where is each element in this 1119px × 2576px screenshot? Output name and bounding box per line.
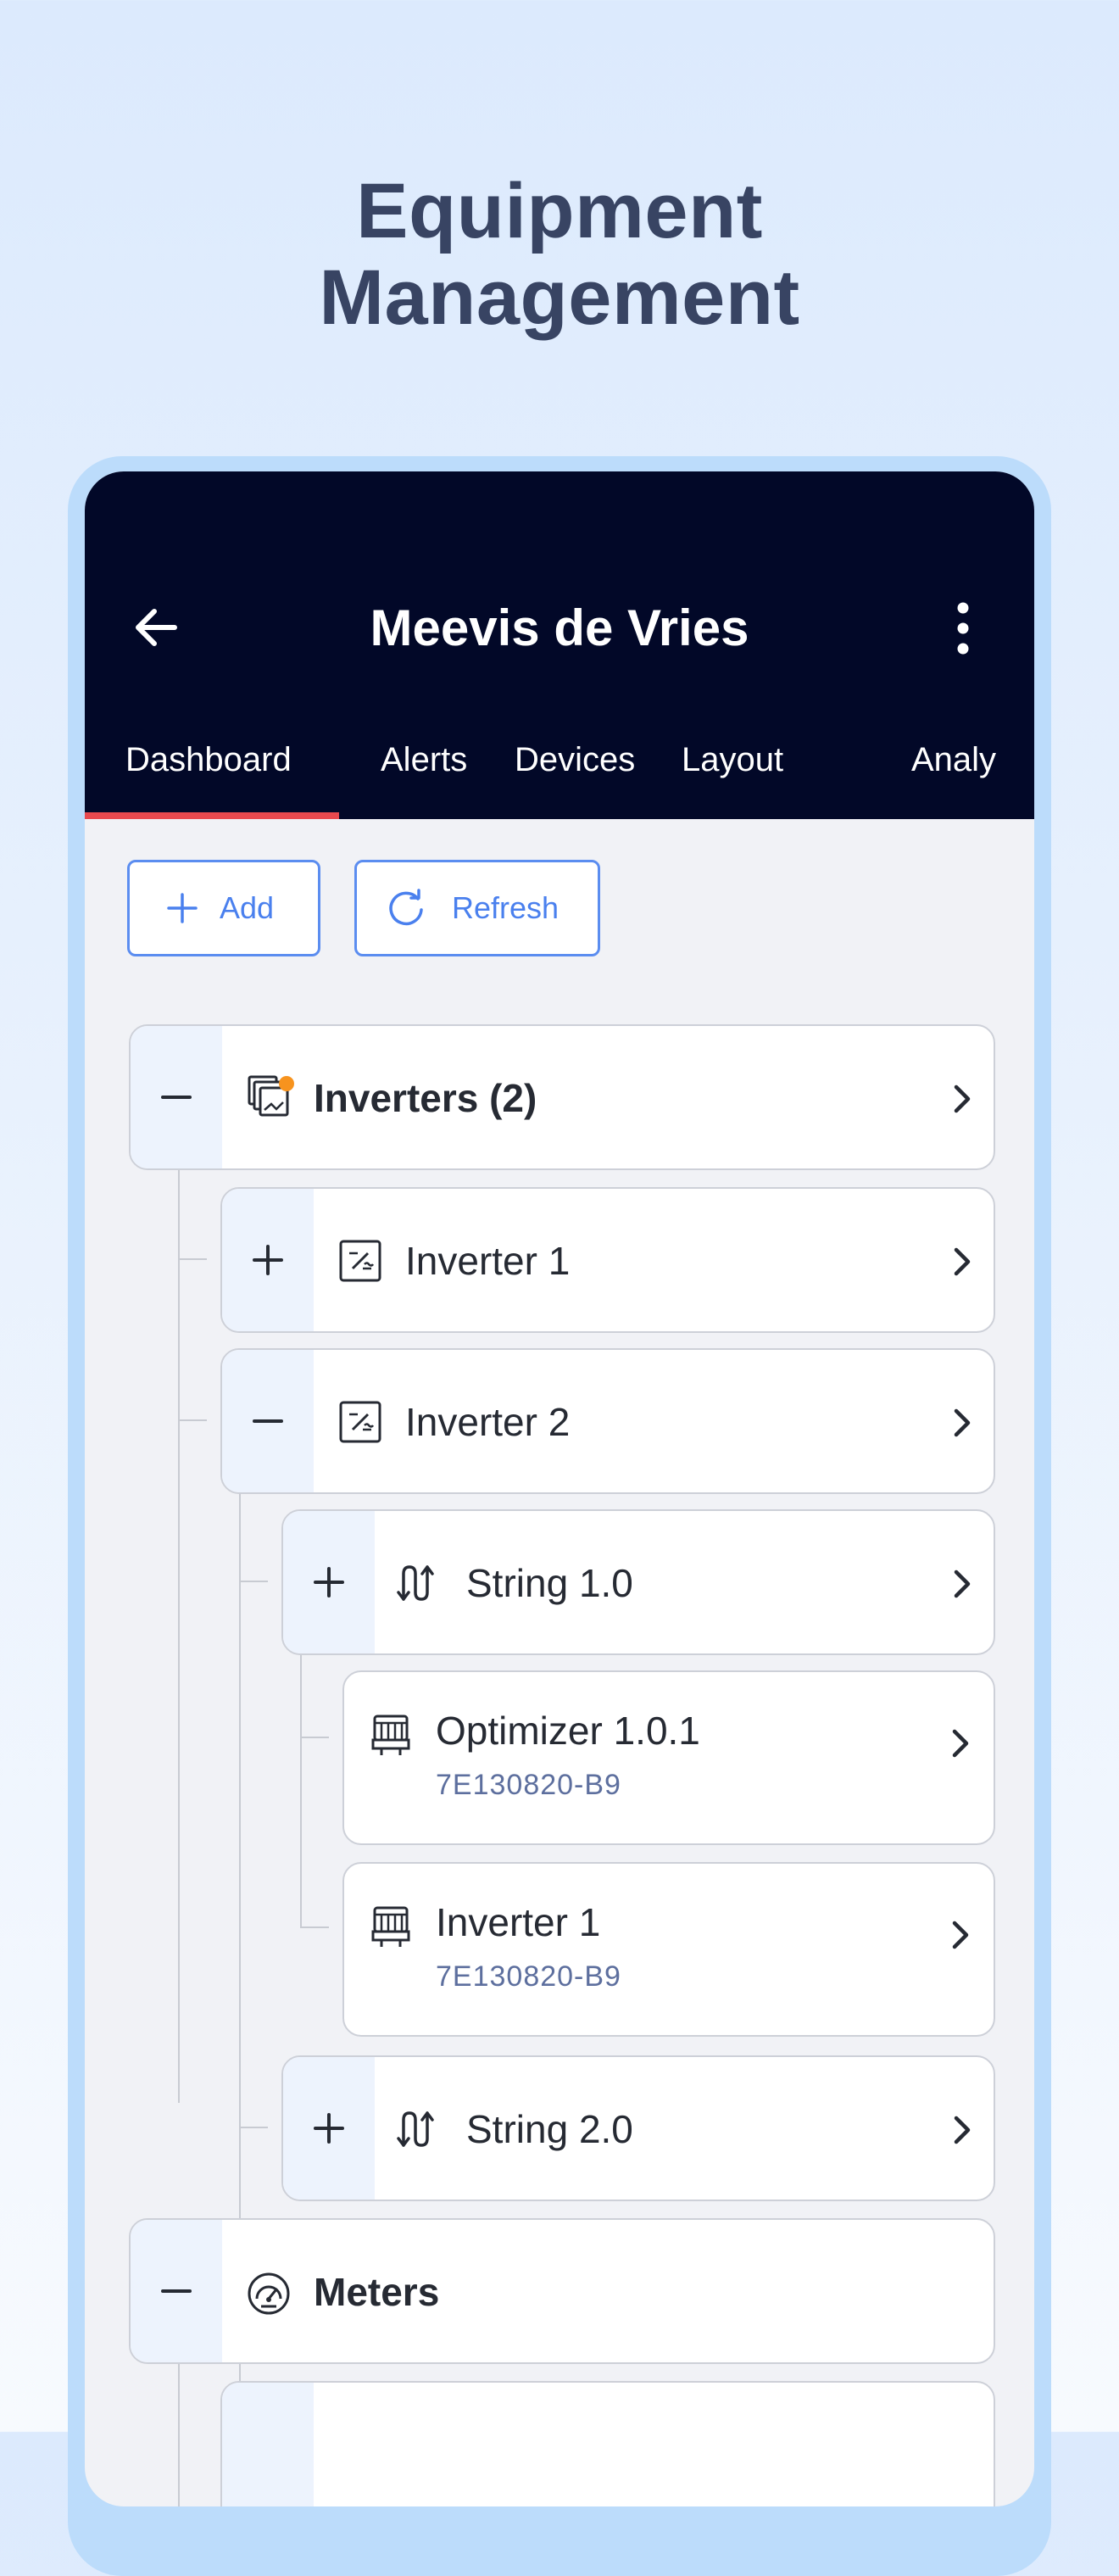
tree-connector-inverter-1b [300,1926,329,1928]
plus-icon [167,893,198,923]
phone-screen: Meevis de Vries Dashboard Alerts Devices… [85,471,1034,2506]
node-label: Inverter 1 [436,1900,601,1944]
node-label: Optimizer 1.0.1 [436,1709,700,1753]
string-icon [397,1565,434,1601]
gauge-icon [248,2272,290,2315]
collapse-toggle[interactable] [222,1350,314,1492]
tree-connector-inverter-1 [178,1258,207,1260]
chevron-right-icon [954,1247,971,1276]
headline-line-2: Management [319,254,800,341]
tab-layout[interactable]: Layout [682,726,783,819]
inverter-group-icon [248,1075,294,1117]
active-tab-indicator [85,812,339,819]
tree-node-meters-group[interactable]: Meters [129,2218,995,2364]
tab-analytics[interactable]: Analy [911,726,996,819]
minus-icon [161,2289,192,2293]
tree-connector-string-1 [239,1581,268,1582]
tree-node-string-2[interactable]: String 2.0 [281,2055,995,2201]
tree-connector-string-1-children [300,1653,302,1928]
plus-icon [314,2113,344,2144]
node-label: String 2.0 [466,2107,633,2151]
tree-connector-optimizer [300,1737,329,1738]
expand-toggle[interactable] [222,2383,314,2506]
tree-connector-inverter-2 [178,1419,207,1421]
expand-toggle[interactable] [283,1511,375,1653]
tree-node-inverter-1[interactable]: Inverter 1 [220,1187,995,1333]
tree-connector-meters [178,2361,180,2506]
node-label: Inverter 2 [405,1400,571,1444]
app-bar: Meevis de Vries Dashboard Alerts Devices… [85,471,1034,819]
tree-node-optimizer-1[interactable]: Optimizer 1.0.1 7E130820-B9 [342,1670,995,1845]
tab-devices[interactable]: Devices [515,726,635,819]
inverter-icon [339,1401,381,1443]
tab-dashboard[interactable]: Dashboard [125,726,292,819]
tab-alerts[interactable]: Alerts [381,726,467,819]
refresh-icon [389,889,423,926]
serial-number: 7E130820-B9 [436,1960,621,1993]
tree-node-inverters-group[interactable]: Inverters (2) [129,1024,995,1170]
chevron-right-icon [954,1084,971,1113]
plus-icon [314,1567,344,1597]
tree-node-inverter-1b[interactable]: Inverter 1 7E130820-B9 [342,1862,995,2037]
optimizer-icon [371,1715,410,1755]
expand-toggle[interactable] [222,1189,314,1331]
plus-icon [253,1245,283,1275]
collapse-toggle[interactable] [131,2220,222,2362]
optimizer-icon [371,1906,410,1947]
minus-icon [253,1419,283,1423]
refresh-button-label: Refresh [452,890,560,925]
chevron-right-icon [952,1729,969,1758]
chevron-right-icon [954,1408,971,1437]
minus-icon [161,1096,192,1099]
add-button-label: Add [220,890,275,925]
page-headline: Equipment Management [0,168,1119,341]
chevron-right-icon [954,2116,971,2144]
node-label: Inverter 1 [405,1239,571,1283]
tree-node-inverter-2[interactable]: Inverter 2 [220,1348,995,1494]
serial-number: 7E130820-B9 [436,1769,621,1801]
add-button[interactable]: Add [127,860,320,956]
node-label: String 1.0 [466,1561,633,1605]
headline-line-1: Equipment [356,168,763,254]
inverter-icon [339,1240,381,1282]
chevron-right-icon [954,1570,971,1598]
tab-bar: Dashboard Alerts Devices Layout Analy [85,726,1034,819]
string-icon [397,2111,434,2147]
tree-connector-string-2 [239,2127,268,2128]
page-title: Meevis de Vries [370,599,749,656]
tree-node-meter-child[interactable] [220,2381,995,2506]
tree-connector-inverters [178,1168,180,2103]
chevron-right-icon [952,1921,969,1949]
refresh-button[interactable]: Refresh [354,860,600,956]
more-menu-button[interactable] [938,599,988,658]
collapse-toggle[interactable] [131,1026,222,1168]
expand-toggle[interactable] [283,2057,375,2200]
node-label: Meters [314,2270,440,2314]
tree-node-string-1[interactable]: String 1.0 [281,1509,995,1655]
node-label: Inverters (2) [314,1076,537,1120]
more-vertical-icon [957,602,969,655]
